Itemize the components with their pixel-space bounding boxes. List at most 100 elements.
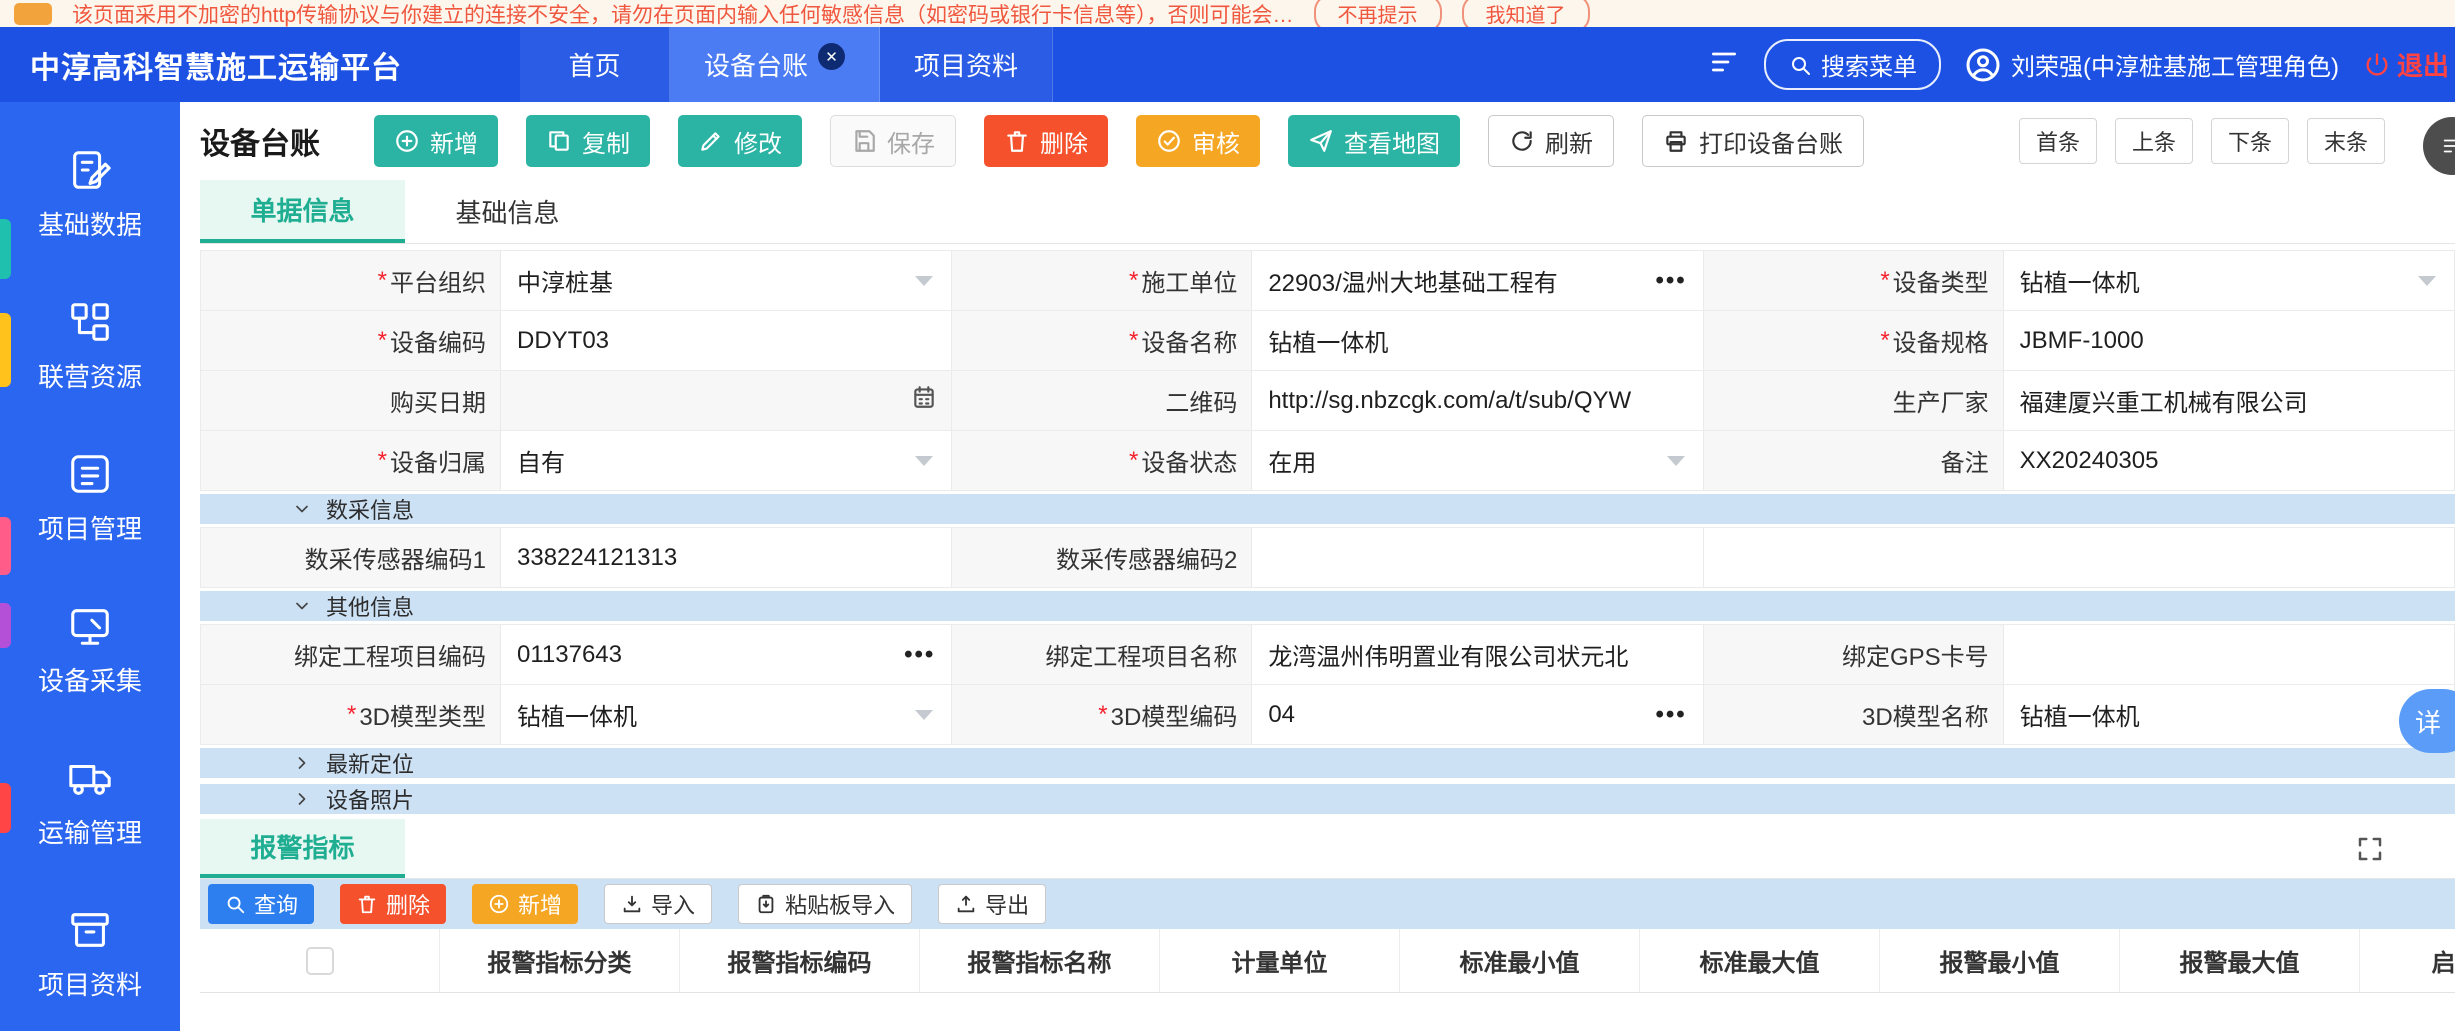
logout-label: 退出 xyxy=(2397,46,2449,83)
pencil-icon xyxy=(698,128,724,154)
refresh-button[interactable]: 刷新 xyxy=(1488,115,1614,167)
user-menu[interactable]: 刘荣强(中淳桩基施工管理角色) xyxy=(1965,47,2339,83)
sidebar-item-joint-resources[interactable]: 联营资源 xyxy=(0,270,180,422)
device-status-select[interactable]: 在用 xyxy=(1252,431,1702,490)
construction-unit-input[interactable]: 22903/温州大地基础工程有••• xyxy=(1252,251,1702,310)
fullscreen-icon[interactable] xyxy=(2355,834,2385,864)
alarm-add-button[interactable]: 新增 xyxy=(472,884,578,924)
confirm-warning-button[interactable]: 我知道了 xyxy=(1462,0,1590,27)
paste-import-button[interactable]: 粘贴板导入 xyxy=(738,884,912,924)
section-title: 数采信息 xyxy=(326,493,414,525)
field-label: 二维码 xyxy=(952,371,1252,430)
column-header: 启用状态 xyxy=(2360,929,2455,992)
tab-alarm-indicators[interactable]: 报警指标 xyxy=(200,819,405,878)
tab-basic-info[interactable]: 基础信息 xyxy=(405,180,610,243)
remark-input[interactable]: XX20240305 xyxy=(2004,431,2454,490)
view-map-button[interactable]: 查看地图 xyxy=(1288,115,1460,167)
search-menu-button[interactable]: 搜索菜单 xyxy=(1764,39,1941,90)
sidebar-item-label: 运输管理 xyxy=(38,813,142,850)
add-button[interactable]: 新增 xyxy=(374,115,498,167)
plus-circle-icon xyxy=(394,128,420,154)
project-code-input[interactable]: 01137643••• xyxy=(501,625,951,684)
field-3d-model-type: *3D模型类型 钻植一体机 xyxy=(201,685,952,745)
dismiss-warning-button[interactable]: 不再提示 xyxy=(1314,0,1442,27)
clipboard-import-icon xyxy=(755,893,777,915)
trash-icon xyxy=(356,893,378,915)
model-type-select[interactable]: 钻植一体机 xyxy=(501,685,951,744)
section-other-info[interactable]: 其他信息 xyxy=(200,591,2455,621)
sidebar-item-transport-management[interactable]: 运输管理 xyxy=(0,727,180,879)
export-button[interactable]: 导出 xyxy=(938,884,1046,924)
field-label: *设备归属 xyxy=(201,431,501,490)
print-ledger-button[interactable]: 打印设备台账 xyxy=(1642,115,1864,167)
model-code-input[interactable]: 04••• xyxy=(1252,685,1702,744)
calendar-icon[interactable] xyxy=(911,384,937,417)
copy-button[interactable]: 复制 xyxy=(526,115,650,167)
query-button[interactable]: 查询 xyxy=(208,884,314,924)
project-name-input[interactable]: 龙湾温州伟明置业有限公司状元北 xyxy=(1252,625,1702,684)
manufacturer-input[interactable]: 福建厦兴重工机械有限公司 xyxy=(2004,371,2454,430)
warning-text: 该页面采用不加密的http传输协议与你建立的连接不安全，请勿在页面内输入任何敏感… xyxy=(72,0,1294,27)
field-label: 绑定工程项目名称 xyxy=(952,625,1252,684)
device-code-input[interactable]: DDYT03 xyxy=(501,311,951,370)
tab-document-info[interactable]: 单据信息 xyxy=(200,180,405,243)
detail-panel-toggle[interactable]: 详 xyxy=(2399,689,2455,753)
ellipsis-icon[interactable]: ••• xyxy=(1655,267,1686,295)
ellipsis-icon[interactable]: ••• xyxy=(904,641,935,669)
logout-button[interactable]: 退出 xyxy=(2363,46,2449,83)
delete-button[interactable]: 删除 xyxy=(984,115,1108,167)
field-label: *设备名称 xyxy=(952,311,1252,370)
required-star: * xyxy=(378,267,387,295)
required-star: * xyxy=(378,327,387,355)
menu-icon[interactable] xyxy=(1708,46,1740,83)
copy-icon xyxy=(546,128,572,154)
prev-record-button[interactable]: 上条 xyxy=(2115,118,2193,164)
gps-card-input[interactable] xyxy=(2004,625,2454,684)
close-icon[interactable]: ✕ xyxy=(818,43,845,70)
record-nav-group: 首条 上条 下条 末条 xyxy=(2019,118,2385,164)
section-data-collection[interactable]: 数采信息 xyxy=(200,494,2455,524)
qr-code-input[interactable]: http://sg.nbzcgk.com/a/t/sub/QYW xyxy=(1252,371,1702,430)
sidebar-item-base-data[interactable]: 基础数据 xyxy=(0,118,180,270)
tab-project-docs[interactable]: 项目资料 xyxy=(880,27,1053,102)
audit-button[interactable]: 审核 xyxy=(1136,115,1260,167)
section-device-photos[interactable]: 设备照片 xyxy=(200,784,2455,814)
device-ownership-select[interactable]: 自有 xyxy=(501,431,951,490)
next-record-button[interactable]: 下条 xyxy=(2211,118,2289,164)
sidebar-item-project-docs[interactable]: 项目资料 xyxy=(0,879,180,1031)
monitor-icon xyxy=(67,603,113,649)
field-platform-org: *平台组织 中淳桩基 xyxy=(201,251,952,311)
last-record-button[interactable]: 末条 xyxy=(2307,118,2385,164)
list-icon xyxy=(67,451,113,497)
select-all-checkbox[interactable] xyxy=(306,947,334,975)
tab-device-ledger[interactable]: 设备台账 ✕ xyxy=(670,27,880,102)
field-3d-model-name: 3D模型名称 钻植一体机 xyxy=(1704,685,2455,745)
edit-button[interactable]: 修改 xyxy=(678,115,802,167)
device-spec-input[interactable]: JBMF-1000 xyxy=(2004,311,2454,370)
field-remark: 备注 XX20240305 xyxy=(1704,431,2455,491)
import-button[interactable]: 导入 xyxy=(604,884,712,924)
trash-icon xyxy=(1004,128,1030,154)
device-name-input[interactable]: 钻植一体机 xyxy=(1252,311,1702,370)
column-header: 报警最小值 xyxy=(1880,929,2120,992)
header-right: 搜索菜单 刘荣强(中淳桩基施工管理角色) 退出 xyxy=(1708,27,2455,102)
sidebar-item-project-management[interactable]: 项目管理 xyxy=(0,422,180,574)
tab-home[interactable]: 首页 xyxy=(520,27,670,102)
first-record-button[interactable]: 首条 xyxy=(2019,118,2097,164)
user-avatar-icon xyxy=(1965,47,2001,83)
alarm-delete-button[interactable]: 删除 xyxy=(340,884,446,924)
section-latest-location[interactable]: 最新定位 xyxy=(200,748,2455,778)
field-label: 生产厂家 xyxy=(1704,371,2004,430)
sensor-code-2-input[interactable] xyxy=(1252,528,1702,587)
form-grid-main: *平台组织 中淳桩基 *施工单位 22903/温州大地基础工程有••• *设备类… xyxy=(200,250,2455,491)
sidebar-item-device-collection[interactable]: 设备采集 xyxy=(0,575,180,727)
model-name-input[interactable]: 钻植一体机 xyxy=(2004,685,2454,744)
extension-icon[interactable] xyxy=(14,3,52,25)
platform-org-select[interactable]: 中淳桩基 xyxy=(501,251,951,310)
field-label: 备注 xyxy=(1704,431,2004,490)
ellipsis-icon[interactable]: ••• xyxy=(1655,701,1686,729)
device-type-select[interactable]: 钻植一体机 xyxy=(2004,251,2454,310)
purchase-date-input[interactable] xyxy=(501,371,951,430)
save-button[interactable]: 保存 xyxy=(830,115,956,167)
sensor-code-1-input[interactable]: 338224121313 xyxy=(501,528,951,587)
